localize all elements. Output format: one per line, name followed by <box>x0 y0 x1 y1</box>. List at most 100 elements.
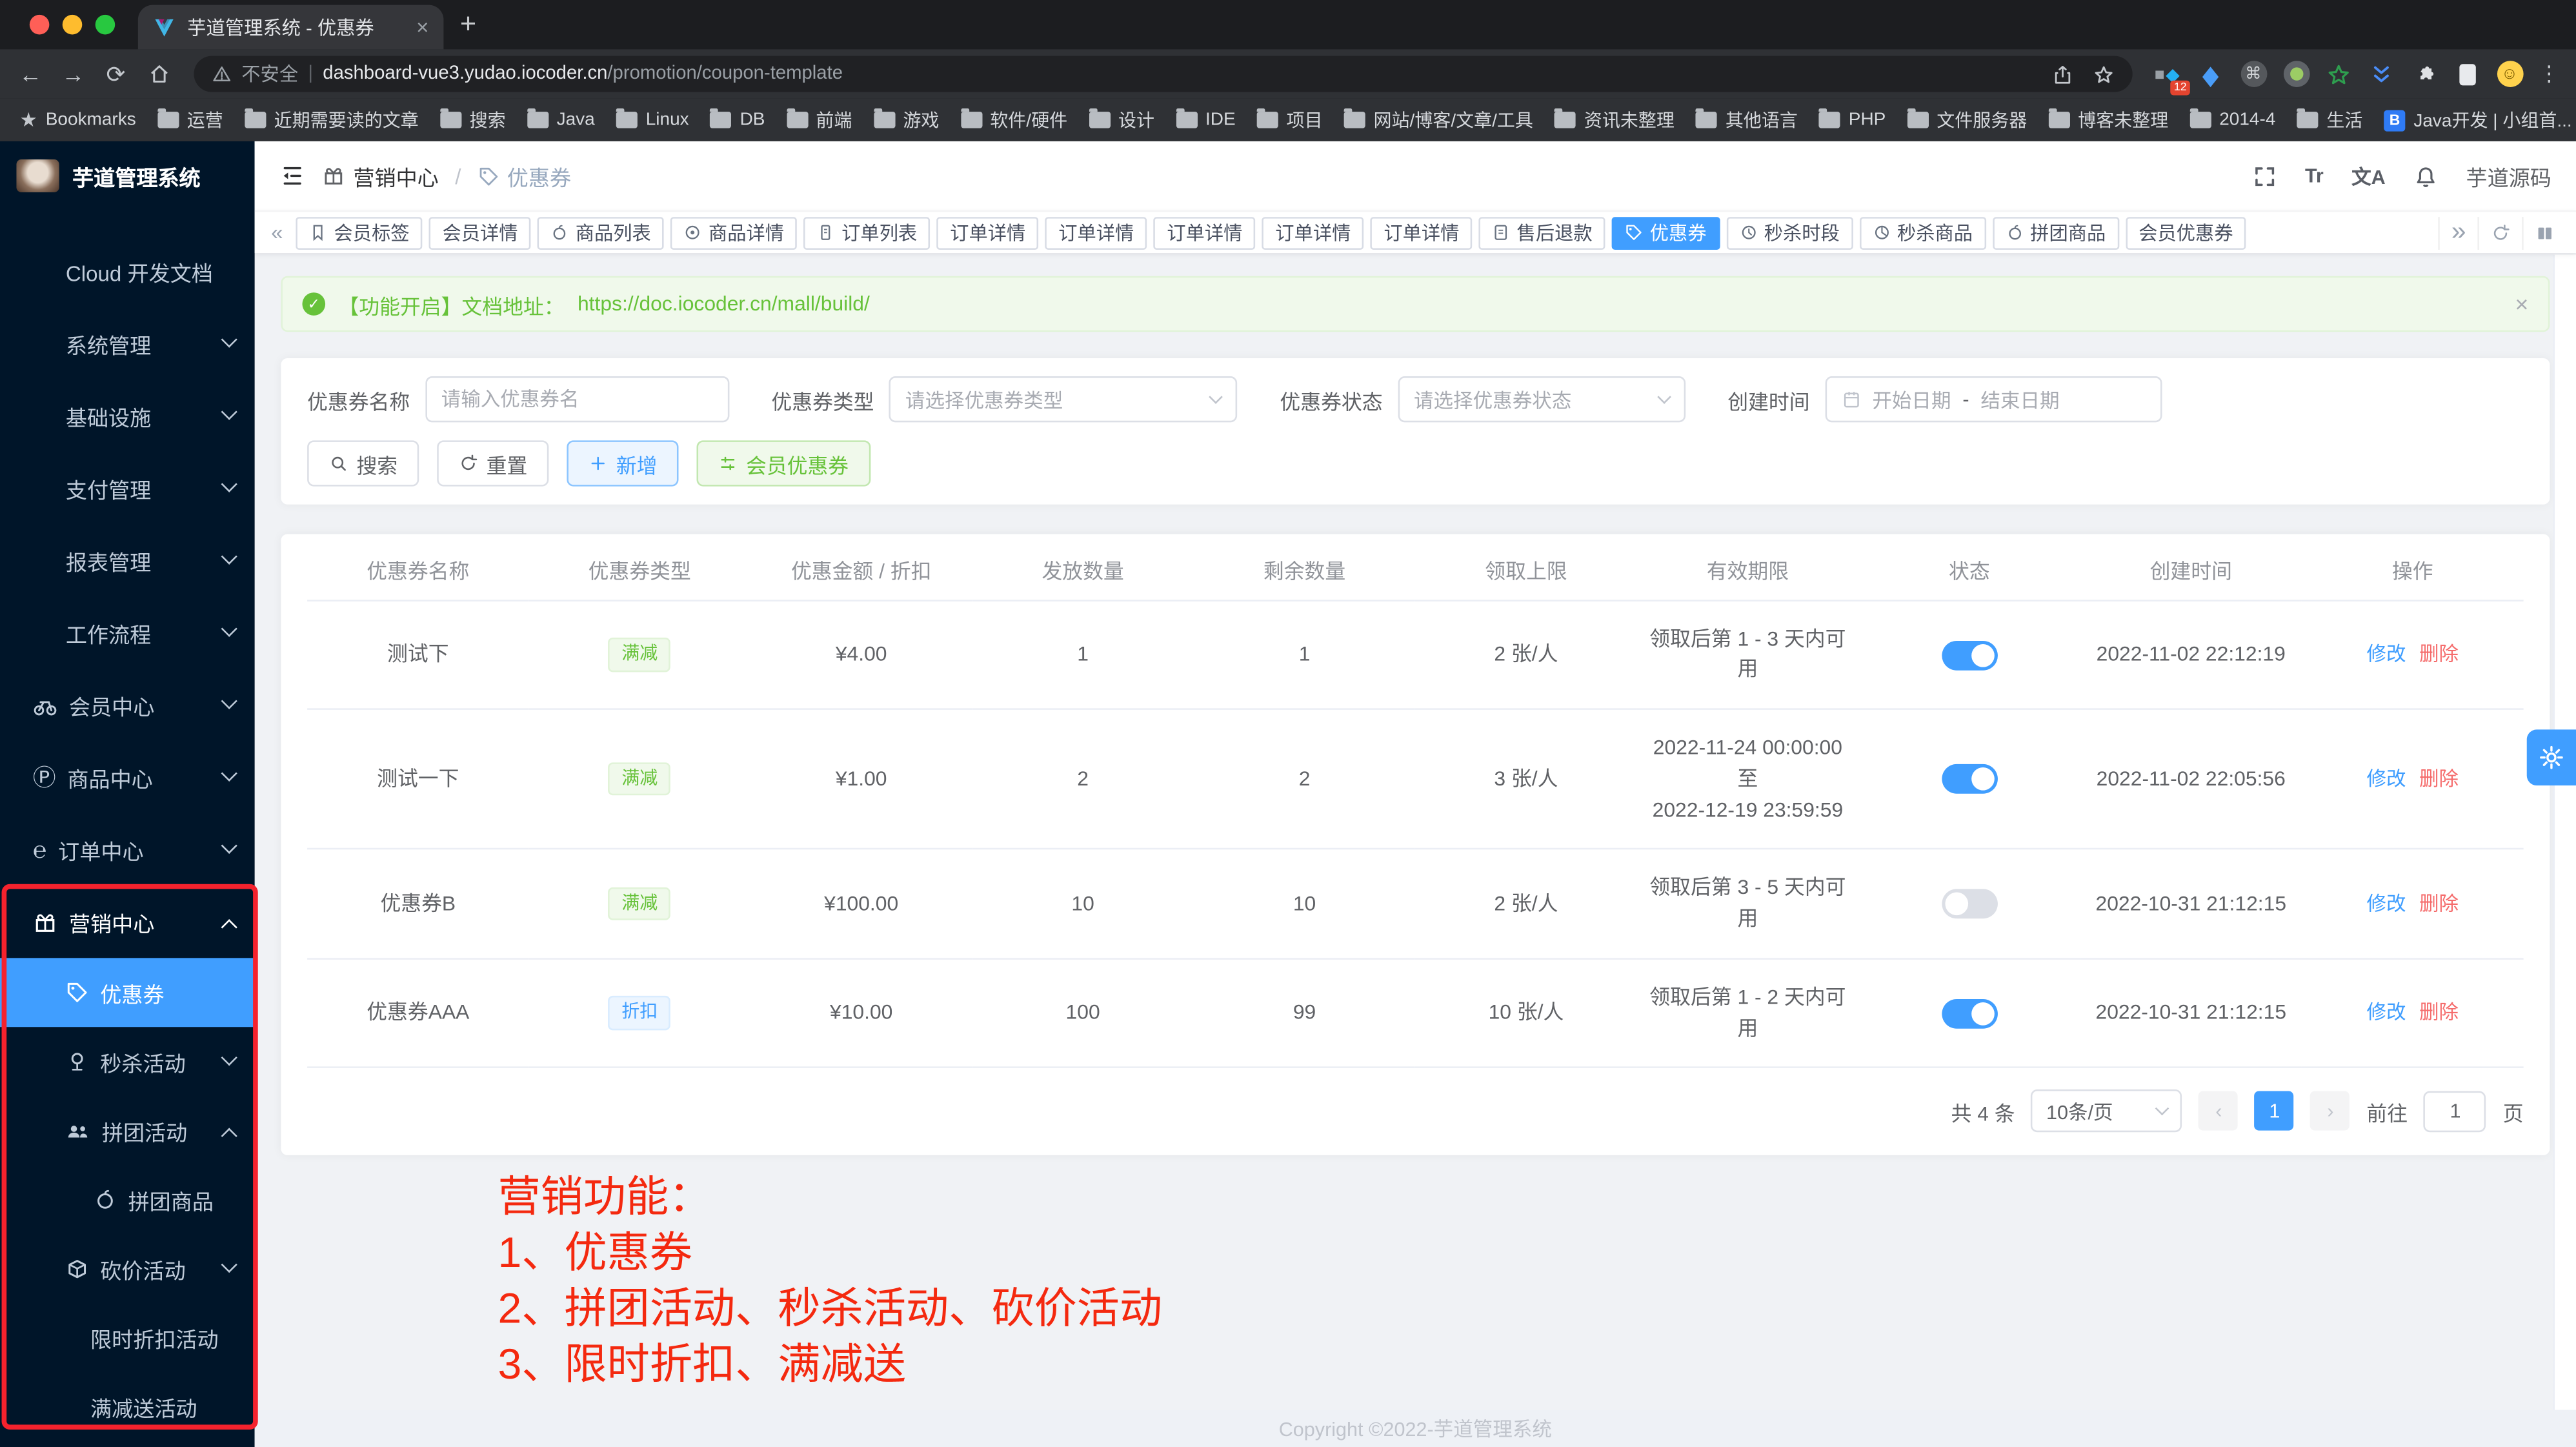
extension-recorder-icon[interactable] <box>2282 60 2309 88</box>
tab-order-detail[interactable]: 订单详情 <box>1045 216 1147 249</box>
window-zoom-button[interactable] <box>96 15 116 35</box>
sidebar-item-report[interactable]: 报表管理 <box>0 524 255 596</box>
status-toggle[interactable] <box>1942 999 1998 1029</box>
tab-order-detail[interactable]: 订单详情 <box>1371 216 1473 249</box>
sidebar-item-seckill[interactable]: 秒杀活动 <box>0 1027 255 1096</box>
layout-columns-icon[interactable] <box>2522 216 2566 249</box>
bookmark-folder[interactable]: 设计 <box>1089 106 1154 133</box>
edit-link[interactable]: 修改 <box>2366 892 2406 915</box>
sidebar-item-workflow[interactable]: 工作流程 <box>0 596 255 669</box>
sidebar-item-bargain[interactable]: 砍价活动 <box>0 1234 255 1303</box>
tabs-refresh-icon[interactable] <box>2477 216 2522 249</box>
coupon-type-select[interactable]: 请选择优惠券类型 <box>889 376 1237 422</box>
bookmark-folder[interactable]: 运营 <box>157 106 223 133</box>
reload-icon[interactable]: ⟳ <box>102 60 130 88</box>
tabs-scroll-left-icon[interactable]: « <box>265 220 290 245</box>
tab-order-detail[interactable]: 订单详情 <box>1154 216 1256 249</box>
bell-icon[interactable] <box>2413 163 2438 188</box>
tab-refund[interactable]: 售后退款 <box>1479 216 1605 249</box>
tab-coupon-active[interactable]: 优惠券 <box>1612 216 1720 249</box>
delete-link[interactable]: 删除 <box>2419 767 2459 790</box>
bookmark-folder[interactable]: IDE <box>1176 110 1236 130</box>
tab-close-icon[interactable]: × <box>416 15 428 39</box>
delete-link[interactable]: 删除 <box>2419 642 2459 665</box>
date-range-picker[interactable]: 开始日期 - 结束日期 <box>1824 376 2161 422</box>
bookmark-folder[interactable]: Linux <box>616 110 689 130</box>
sidebar-item-product-center[interactable]: Ⓟ商品中心 <box>0 741 255 813</box>
status-toggle[interactable] <box>1942 889 1998 919</box>
profile-avatar[interactable]: ☺ <box>2495 60 2523 88</box>
tab-product-list[interactable]: 商品列表 <box>538 216 664 249</box>
search-button[interactable]: 搜索 <box>307 440 419 486</box>
delete-link[interactable]: 删除 <box>2419 892 2459 915</box>
bookmark-folder[interactable]: 游戏 <box>874 106 940 133</box>
sidebar-item-cloud-docs[interactable]: Cloud 开发文档 <box>0 235 255 307</box>
home-icon[interactable] <box>145 63 172 86</box>
sidebar-item-member-center[interactable]: 会员中心 <box>0 669 255 741</box>
status-toggle[interactable] <box>1942 765 1998 794</box>
sidebar-item-group-buy-product[interactable]: 拼团商品 <box>0 1165 255 1234</box>
extension-command-icon[interactable]: ⌘ <box>2239 60 2267 88</box>
extension-tabs-icon[interactable]: ◆ 12 <box>2154 60 2182 88</box>
edit-link[interactable]: 修改 <box>2366 642 2406 665</box>
locale-icon[interactable]: 文A <box>2351 162 2386 190</box>
bookmark-java-dev[interactable]: BJava开发 | 小组首... <box>2384 106 2571 133</box>
prev-page-button[interactable]: ‹ <box>2199 1091 2239 1131</box>
bookmark-folder[interactable]: 生活 <box>2297 106 2363 133</box>
fullscreen-icon[interactable] <box>2252 163 2277 188</box>
member-coupon-button[interactable]: 会员优惠券 <box>697 440 870 486</box>
window-close-button[interactable] <box>30 15 50 35</box>
sidebar-item-order-center[interactable]: ℮订单中心 <box>0 813 255 885</box>
status-toggle[interactable] <box>1942 640 1998 670</box>
bookmark-folder[interactable]: 2014-4 <box>2189 110 2275 130</box>
delete-link[interactable]: 删除 <box>2419 1001 2459 1024</box>
end-date-placeholder[interactable]: 结束日期 <box>1980 385 2059 413</box>
add-button[interactable]: 新增 <box>567 440 678 486</box>
sidebar-item-time-discount[interactable]: 限时折扣活动 <box>0 1303 255 1372</box>
start-date-placeholder[interactable]: 开始日期 <box>1872 385 1951 413</box>
extension-kite-icon[interactable]: ◆ <box>2197 57 2224 92</box>
browser-menu-icon[interactable]: ⋮ <box>2539 61 2560 87</box>
next-page-button[interactable]: › <box>2311 1091 2350 1131</box>
share-icon[interactable] <box>2052 63 2073 85</box>
extension-star-icon[interactable] <box>2325 60 2353 88</box>
tab-seckill-time[interactable]: 秒杀时段 <box>1726 216 1853 249</box>
settings-fab[interactable] <box>2527 729 2576 785</box>
bookmark-star-icon[interactable] <box>2093 63 2115 85</box>
tab-order-list[interactable]: 订单列表 <box>804 216 931 249</box>
sidebar-item-full-reduction[interactable]: 满减送活动 <box>0 1372 255 1441</box>
tab-seckill-product[interactable]: 秒杀商品 <box>1859 216 1986 249</box>
tab-member-coupon[interactable]: 会员优惠券 <box>2126 216 2246 249</box>
font-size-icon[interactable]: Tr <box>2305 165 2324 188</box>
app-logo[interactable]: 芋道管理系统 <box>0 141 255 210</box>
sidebar-item-group-buy[interactable]: 拼团活动 <box>0 1096 255 1165</box>
bookmark-folder[interactable]: 前端 <box>787 106 852 133</box>
new-tab-button[interactable]: + <box>460 8 476 41</box>
bookmark-folder[interactable]: 其他语言 <box>1696 106 1798 133</box>
address-bar[interactable]: 不安全 | dashboard-vue3.yudao.iocoder.cn/pr… <box>194 56 2132 92</box>
tab-order-detail[interactable]: 订单详情 <box>937 216 1039 249</box>
bookmarks-manager[interactable]: ★Bookmarks <box>20 108 136 132</box>
bookmark-folder[interactable]: 资讯未整理 <box>1555 106 1675 133</box>
page-size-select[interactable]: 10条/页 <box>2031 1090 2182 1133</box>
tab-member-tag[interactable]: 会员标签 <box>296 216 423 249</box>
edit-link[interactable]: 修改 <box>2366 1001 2406 1024</box>
tabs-scroll-right-icon[interactable]: » <box>2439 216 2478 249</box>
sidebar-fold-icon[interactable] <box>279 163 306 189</box>
tab-order-detail[interactable]: 订单详情 <box>1262 216 1364 249</box>
bookmark-folder[interactable]: DB <box>710 110 765 130</box>
edit-link[interactable]: 修改 <box>2366 767 2406 790</box>
bookmark-folder[interactable]: 搜索 <box>440 106 506 133</box>
security-label[interactable]: 不安全 <box>241 61 298 87</box>
browser-tab[interactable]: 芋道管理系统 - 优惠券 × <box>138 5 444 50</box>
window-minimize-button[interactable] <box>63 15 83 35</box>
bookmark-folder[interactable]: 软件/硬件 <box>960 106 1067 133</box>
coupon-name-input[interactable] <box>425 376 729 422</box>
banner-close-icon[interactable]: × <box>2515 291 2528 318</box>
breadcrumb-marketing[interactable]: 营销中心 <box>322 160 439 191</box>
sidebar-item-payment[interactable]: 支付管理 <box>0 452 255 524</box>
tab-member-detail[interactable]: 会员详情 <box>429 216 531 249</box>
bookmark-folder[interactable]: 近期需要读的文章 <box>245 106 419 133</box>
current-page-button[interactable]: 1 <box>2255 1091 2294 1131</box>
extension-chevrons-icon[interactable] <box>2368 60 2395 88</box>
